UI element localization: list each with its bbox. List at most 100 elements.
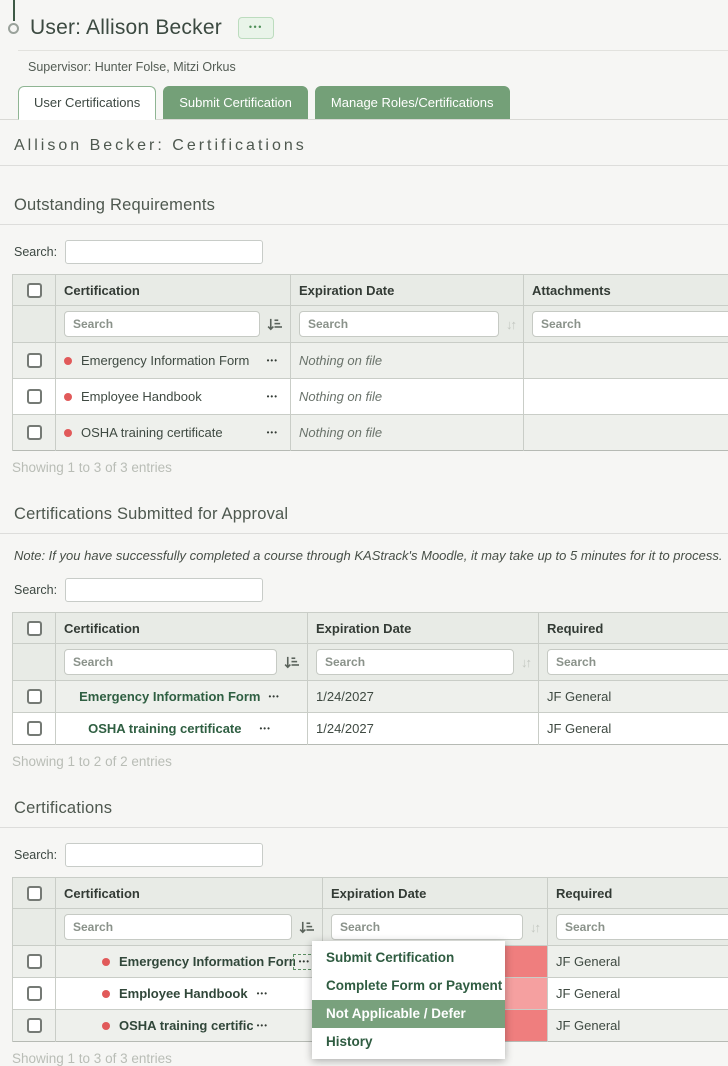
- row-actions-button[interactable]: •••: [263, 427, 282, 439]
- required-filter-input[interactable]: [547, 649, 728, 675]
- search-label: Search:: [14, 245, 57, 259]
- ellipsis-icon: •••: [267, 356, 278, 365]
- status-dot-icon: [102, 1022, 110, 1030]
- menu-item-not-applicable-defer[interactable]: Not Applicable / Defer: [312, 1000, 505, 1028]
- column-header-certification[interactable]: Certification: [56, 275, 291, 306]
- column-header-attachments[interactable]: Attachments: [524, 275, 728, 306]
- header-divider: [18, 50, 728, 51]
- row-checkbox[interactable]: [27, 353, 42, 368]
- required-value: JF General: [548, 946, 728, 978]
- table-filter-row: ↓↑ ↓↑: [13, 909, 728, 946]
- menu-item-submit-certification[interactable]: Submit Certification: [312, 944, 505, 972]
- required-value: JF General: [539, 681, 728, 713]
- column-header-required[interactable]: Required: [539, 613, 728, 644]
- sort-amount-icon[interactable]: [284, 655, 299, 670]
- outstanding-search-row: Search:: [14, 240, 728, 264]
- menu-item-history[interactable]: History: [312, 1028, 505, 1056]
- certifications-search-input[interactable]: [65, 843, 263, 867]
- certification-filter-input[interactable]: [64, 914, 292, 940]
- expiration-value: Nothing on file: [291, 343, 524, 379]
- status-dot-icon: [64, 357, 72, 365]
- expiration-value: 1/24/2027: [308, 681, 539, 713]
- row-checkbox[interactable]: [27, 954, 42, 969]
- section-divider: [0, 224, 728, 225]
- table-filter-row: ↓↑ ↓↑: [13, 644, 728, 681]
- sort-toggle-icon[interactable]: ↓↑: [506, 317, 515, 332]
- table-header-row: Certification Expiration Date Required: [13, 613, 728, 644]
- certification-name: Emergency Information Form: [119, 954, 295, 969]
- status-dot-icon: [64, 393, 72, 401]
- tab-bar: User Certifications Submit Certification…: [0, 86, 728, 120]
- row-checkbox[interactable]: [27, 425, 42, 440]
- column-header-required[interactable]: Required: [548, 878, 728, 909]
- tab-user-certifications[interactable]: User Certifications: [18, 86, 156, 120]
- row-checkbox[interactable]: [27, 1018, 42, 1033]
- moodle-note: Note: If you have successfully completed…: [14, 548, 728, 563]
- ellipsis-icon: •••: [259, 724, 270, 733]
- tab-submit-certification[interactable]: Submit Certification: [163, 86, 308, 119]
- row-checkbox[interactable]: [27, 721, 42, 736]
- table-row: Emergency Information Form ••• Nothing o…: [13, 343, 728, 379]
- row-checkbox[interactable]: [27, 689, 42, 704]
- required-value: JF General: [548, 1010, 728, 1042]
- ellipsis-icon: •••: [267, 428, 278, 437]
- attachments-value: [524, 343, 728, 379]
- sort-amount-icon[interactable]: [299, 920, 314, 935]
- menu-item-complete-form-or-payment[interactable]: Complete Form or Payment: [312, 972, 505, 1000]
- expiration-filter-input[interactable]: [299, 311, 499, 337]
- ellipsis-icon: •••: [299, 957, 310, 966]
- sort-toggle-icon[interactable]: ↓↑: [530, 920, 539, 935]
- certification-filter-input[interactable]: [64, 649, 277, 675]
- expiration-filter-input[interactable]: [331, 914, 523, 940]
- ellipsis-icon: •••: [268, 692, 279, 701]
- sort-toggle-icon[interactable]: ↓↑: [521, 655, 530, 670]
- row-checkbox[interactable]: [27, 389, 42, 404]
- table-header-row: Certification Expiration Date Attachment…: [13, 275, 728, 306]
- select-all-checkbox[interactable]: [27, 886, 42, 901]
- row-actions-button[interactable]: •••: [263, 391, 282, 403]
- row-actions-button[interactable]: •••: [264, 691, 283, 703]
- submitted-search-input[interactable]: [65, 578, 263, 602]
- column-header-expiration[interactable]: Expiration Date: [291, 275, 524, 306]
- page-title: User: Allison Becker: [30, 16, 222, 40]
- user-actions-button[interactable]: •••: [238, 17, 274, 39]
- certifications-search-row: Search:: [14, 843, 728, 867]
- row-actions-button[interactable]: •••: [263, 355, 282, 367]
- certification-filter-input[interactable]: [64, 311, 260, 337]
- submitted-table: Certification Expiration Date Required ↓…: [12, 612, 728, 745]
- select-all-checkbox[interactable]: [27, 283, 42, 298]
- expiration-value: 1/24/2027: [308, 713, 539, 745]
- heading-divider: [0, 165, 728, 166]
- certifications-page-heading: Allison Becker: Certifications: [14, 137, 728, 155]
- row-actions-context-menu: Submit Certification Complete Form or Pa…: [312, 941, 505, 1059]
- submitted-search-row: Search:: [14, 578, 728, 602]
- row-actions-button[interactable]: •••: [253, 1020, 272, 1032]
- select-all-checkbox[interactable]: [27, 621, 42, 636]
- tab-manage-roles-certifications[interactable]: Manage Roles/Certifications: [315, 86, 510, 119]
- attachments-filter-input[interactable]: [532, 311, 728, 337]
- column-header-expiration[interactable]: Expiration Date: [323, 878, 548, 909]
- row-actions-button[interactable]: •••: [255, 723, 274, 735]
- column-header-certification[interactable]: Certification: [56, 613, 308, 644]
- section-divider: [0, 533, 728, 534]
- expiration-value: Nothing on file: [291, 379, 524, 415]
- certification-name: Emergency Information Form: [79, 689, 260, 704]
- row-actions-button[interactable]: •••: [253, 988, 272, 1000]
- row-checkbox[interactable]: [27, 986, 42, 1001]
- status-dot-icon: [102, 990, 110, 998]
- attachments-value: [524, 415, 728, 451]
- certifications-heading: Certifications: [14, 799, 728, 818]
- submitted-heading: Certifications Submitted for Approval: [14, 505, 728, 524]
- column-header-certification[interactable]: Certification: [56, 878, 323, 909]
- required-value: JF General: [548, 978, 728, 1010]
- search-label: Search:: [14, 583, 57, 597]
- outstanding-search-input[interactable]: [65, 240, 263, 264]
- ellipsis-icon: •••: [267, 392, 278, 401]
- column-header-expiration[interactable]: Expiration Date: [308, 613, 539, 644]
- table-header-row: Certification Expiration Date Required: [13, 878, 728, 909]
- expiration-filter-input[interactable]: [316, 649, 514, 675]
- search-label: Search:: [14, 848, 57, 862]
- required-filter-input[interactable]: [556, 914, 728, 940]
- sort-amount-icon[interactable]: [267, 317, 282, 332]
- certification-name: OSHA training certificate: [88, 721, 241, 736]
